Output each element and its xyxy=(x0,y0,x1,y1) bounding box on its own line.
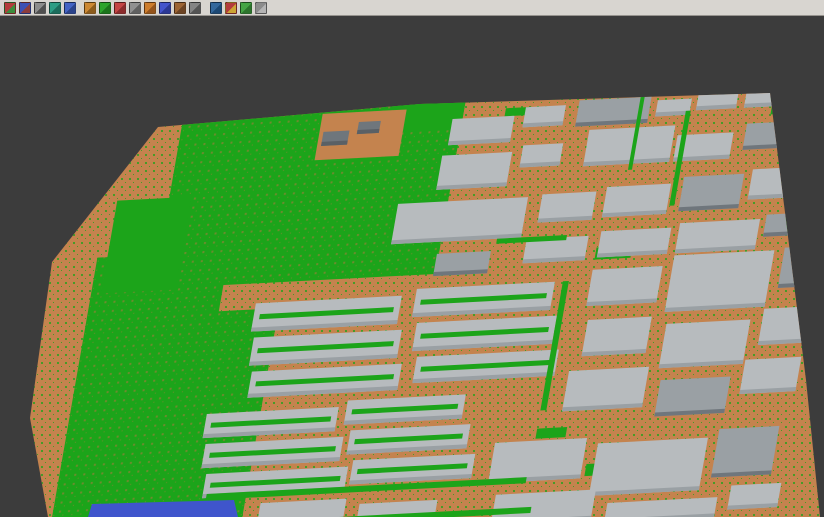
classification-icon[interactable] xyxy=(114,2,126,14)
settings-gear-icon[interactable] xyxy=(129,2,141,14)
globe-icon[interactable] xyxy=(49,2,61,14)
attribute-table-icon[interactable] xyxy=(174,2,186,14)
layers-icon[interactable] xyxy=(4,2,16,14)
vegetation-class-icon[interactable] xyxy=(99,2,111,14)
roi-select-icon[interactable] xyxy=(144,2,156,14)
histogram-chart-icon[interactable] xyxy=(240,2,252,14)
vegetation-patch xyxy=(535,427,567,439)
viewport-3d[interactable] xyxy=(0,17,824,517)
building-roof xyxy=(778,246,824,288)
application-window xyxy=(0,0,824,517)
grid-icon[interactable] xyxy=(64,2,76,14)
delete-x-icon[interactable] xyxy=(159,2,171,14)
building-roof xyxy=(758,306,814,345)
dem-icon[interactable] xyxy=(84,2,96,14)
measure-ruler-icon[interactable] xyxy=(189,2,201,14)
help-info-icon[interactable] xyxy=(255,2,267,14)
toolbar xyxy=(0,0,824,16)
point-cloud-scene xyxy=(0,17,824,517)
snapshot-camera-icon[interactable] xyxy=(225,2,237,14)
vegetation-patch xyxy=(770,105,791,114)
world-icon[interactable] xyxy=(210,2,222,14)
building-roof xyxy=(711,426,779,478)
terrain-icon[interactable] xyxy=(34,2,46,14)
building-roof xyxy=(665,250,775,312)
open-project-icon[interactable] xyxy=(19,2,31,14)
